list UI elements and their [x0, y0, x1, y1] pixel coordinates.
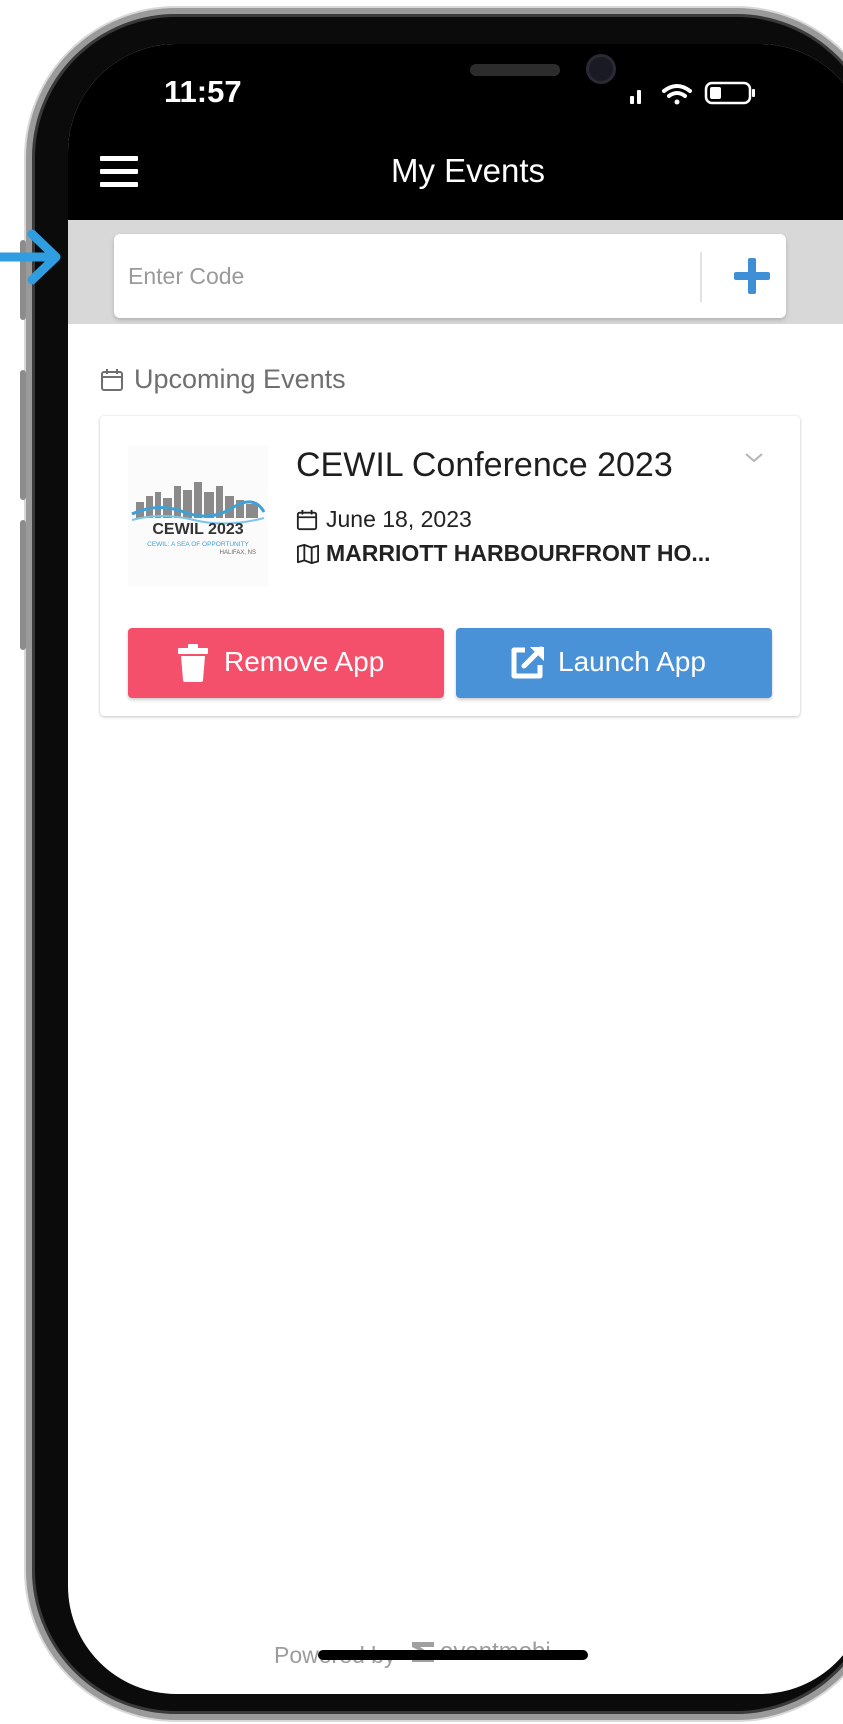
phone-screen: 11:57 My Events Enter Code Upcoming Even… — [68, 44, 843, 1694]
app-header: 11:57 My Events — [68, 44, 843, 220]
cellular-signal-icon — [630, 90, 641, 104]
phone-notch — [246, 44, 648, 110]
event-code-input[interactable] — [114, 234, 694, 318]
map-icon — [296, 543, 319, 565]
city-skyline-logo: CEWIL 2023 CEWIL: A SEA OF OPPORTUNITY H… — [131, 482, 266, 556]
event-venue: MARRIOTT HARBOURFRONT HO... — [326, 540, 711, 566]
phone-side-button — [20, 370, 26, 500]
status-icons — [630, 81, 755, 105]
home-indicator[interactable] — [318, 1650, 588, 1660]
battery-icon — [704, 81, 755, 105]
wifi-icon — [662, 84, 692, 105]
calendar-icon — [101, 369, 123, 391]
event-date: June 18, 2023 — [326, 506, 472, 532]
code-entry-bar — [68, 220, 843, 324]
logo-location: HALIFAX, NS — [220, 550, 256, 556]
chevron-down-icon[interactable] — [742, 450, 766, 466]
code-entry-box — [114, 234, 786, 318]
logo-tagline: CEWIL: A SEA OF OPPORTUNITY — [147, 541, 249, 548]
section-label: Upcoming Events — [134, 364, 346, 394]
plus-icon[interactable] — [728, 252, 776, 300]
logo-text: CEWIL 2023 — [152, 521, 243, 538]
arrow-right-icon — [0, 229, 61, 285]
external-link-icon — [511, 646, 544, 679]
remove-app-label: Remove App — [224, 646, 385, 677]
trash-icon — [178, 644, 208, 682]
calendar-icon — [296, 509, 318, 531]
remove-app-button[interactable]: Remove App — [128, 628, 444, 698]
camera-icon — [586, 54, 616, 84]
event-title[interactable]: CEWIL Conference 2023 — [296, 446, 673, 485]
launch-app-button[interactable]: Launch App — [456, 628, 772, 698]
code-divider — [700, 252, 702, 302]
speaker-grille — [470, 64, 560, 76]
launch-app-label: Launch App — [558, 646, 706, 677]
stage: 11:57 My Events Enter Code Upcoming Even… — [0, 0, 843, 1724]
status-time: 11:57 — [164, 74, 242, 109]
page-title: My Events — [390, 152, 546, 189]
phone-side-button — [20, 520, 26, 650]
event-logo: CEWIL 2023 CEWIL: A SEA OF OPPORTUNITY H… — [128, 446, 268, 586]
event-card[interactable]: CEWIL 2023 CEWIL: A SEA OF OPPORTUNITY H… — [100, 416, 800, 716]
